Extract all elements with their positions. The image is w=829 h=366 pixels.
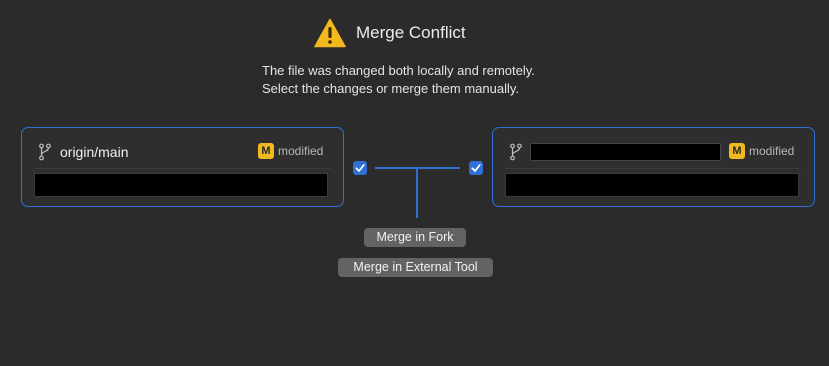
description-line-2: Select the changes or merge them manuall… xyxy=(262,81,520,96)
warning-icon xyxy=(314,18,346,48)
local-changes-panel[interactable]: origin/main M modified xyxy=(21,127,344,207)
checkmark-icon xyxy=(471,164,481,172)
redacted-content xyxy=(505,173,799,197)
file-status: modified xyxy=(278,144,324,158)
panel-divider xyxy=(34,168,331,169)
merge-connector-vertical xyxy=(416,168,418,218)
file-status: modified xyxy=(749,144,795,158)
dialog-description: The file was changed both locally and re… xyxy=(262,62,535,98)
right-select-checkbox[interactable] xyxy=(469,161,483,175)
redacted-branch-name xyxy=(530,143,721,161)
checkmark-icon xyxy=(355,164,365,172)
branch-icon xyxy=(39,143,51,161)
merge-in-fork-button[interactable]: Merge in Fork xyxy=(364,228,466,247)
panel-divider xyxy=(505,168,802,169)
merge-in-external-tool-button[interactable]: Merge in External Tool xyxy=(338,258,493,277)
dialog-title: Merge Conflict xyxy=(356,23,466,42)
dialog-header: Merge Conflict xyxy=(0,17,829,49)
branch-name: origin/main xyxy=(60,144,129,160)
branch-icon xyxy=(510,143,522,161)
description-line-1: The file was changed both locally and re… xyxy=(262,63,535,78)
modified-badge: M xyxy=(258,143,274,159)
left-select-checkbox[interactable] xyxy=(353,161,367,175)
remote-changes-panel[interactable]: M modified xyxy=(492,127,815,207)
modified-badge: M xyxy=(729,143,745,159)
redacted-content xyxy=(34,173,328,197)
